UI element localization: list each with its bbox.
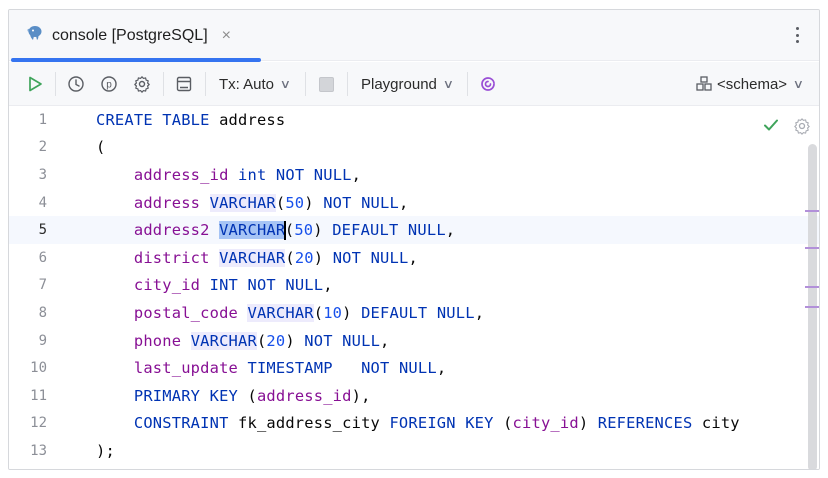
toolbar-divider	[163, 72, 164, 96]
playground-dropdown[interactable]: Playground ∨	[361, 71, 455, 97]
code-line: 9 phone VARCHAR(20) NOT NULL,	[9, 327, 819, 355]
code-text: PRIMARY KEY (address_id),	[133, 386, 371, 405]
postgresql-elephant-icon	[26, 24, 44, 47]
code-text: address_id int NOT NULL,	[133, 165, 362, 184]
schema-icon	[696, 76, 712, 91]
code-line: 1 CREATE TABLE address	[9, 106, 819, 134]
line-number: 2	[38, 139, 47, 156]
stop-button[interactable]	[315, 71, 337, 97]
code-text: city_id INT NOT NULL,	[133, 276, 333, 295]
code-text: (	[96, 138, 106, 157]
code-line: 7 city_id INT NOT NULL,	[9, 272, 819, 300]
output-layout-button[interactable]	[172, 71, 196, 97]
tab-console[interactable]: console [PostgreSQL] ×	[9, 10, 261, 62]
line-number: 10	[30, 360, 47, 377]
error-stripe-mark[interactable]	[805, 286, 819, 288]
svg-text:p: p	[106, 80, 112, 91]
line-number: 4	[38, 194, 47, 211]
execute-button[interactable]	[23, 71, 47, 97]
toolbar: p Tx: Auto ∨ Playground ∨ <schema> ∨	[9, 62, 819, 106]
transaction-mode-dropdown[interactable]: Tx: Auto ∨	[219, 71, 292, 97]
line-number: 5	[38, 222, 47, 239]
code-text: CONSTRAINT fk_address_city FOREIGN KEY (…	[133, 414, 740, 433]
chevron-down-icon: ∨	[279, 77, 292, 91]
toolbar-divider	[305, 72, 306, 96]
error-stripe-mark[interactable]	[805, 247, 819, 249]
playground-label: Playground	[361, 75, 437, 93]
settings-button[interactable]	[130, 71, 154, 97]
parameters-icon: p	[101, 76, 117, 92]
code-text: postal_code VARCHAR(10) DEFAULT NULL,	[133, 303, 485, 322]
execute-icon	[29, 76, 42, 92]
code-text: address2 VARCHAR(50) DEFAULT NULL,	[133, 220, 456, 240]
tab-bar: console [PostgreSQL] ×	[9, 10, 819, 62]
chevron-down-icon: ∨	[442, 77, 455, 91]
line-number: 6	[38, 249, 47, 266]
line-number: 13	[30, 442, 47, 459]
gear-icon[interactable]	[793, 117, 811, 135]
sql-editor[interactable]: 1 CREATE TABLE address 2 ( 3 address_id …	[9, 106, 819, 469]
code-line: 6 district VARCHAR(20) NOT NULL,	[9, 244, 819, 272]
code-line: 13 );	[9, 437, 819, 465]
code-text: CREATE TABLE address	[96, 110, 286, 129]
code-line: 2 (	[9, 134, 819, 162]
line-number: 11	[30, 387, 47, 404]
tab-title: console [PostgreSQL]	[52, 26, 208, 44]
ai-assistant-icon	[481, 77, 495, 91]
close-icon[interactable]: ×	[222, 27, 231, 45]
transaction-mode-label: Tx: Auto	[219, 75, 275, 93]
line-number: 7	[38, 277, 47, 294]
toolbar-divider	[347, 72, 348, 96]
line-number: 9	[38, 332, 47, 349]
code-text: phone VARCHAR(20) NOT NULL,	[133, 331, 390, 350]
toolbar-divider	[205, 72, 206, 96]
code-line: 10 last_update TIMESTAMP NOT NULL,	[9, 354, 819, 382]
more-options-icon[interactable]	[791, 24, 803, 46]
schema-label: <schema>	[717, 75, 788, 93]
code-text: last_update TIMESTAMP NOT NULL,	[133, 359, 447, 378]
toolbar-divider	[55, 72, 56, 96]
console-window: console [PostgreSQL] × p Tx: Auto ∨ Play…	[8, 9, 820, 470]
code-line: 4 address VARCHAR(50) NOT NULL,	[9, 189, 819, 217]
parameters-button[interactable]: p	[97, 71, 121, 97]
line-number: 3	[38, 166, 47, 183]
selected-text: VARCHAR	[219, 220, 286, 239]
ai-assistant-button[interactable]	[476, 71, 500, 97]
code-text: address VARCHAR(50) NOT NULL,	[133, 193, 409, 212]
error-stripe-mark[interactable]	[805, 306, 819, 308]
code-text: district VARCHAR(20) NOT NULL,	[133, 248, 418, 267]
line-number: 8	[38, 304, 47, 321]
line-number: 12	[30, 415, 47, 432]
error-stripe-mark[interactable]	[805, 210, 819, 212]
code-text: );	[96, 441, 115, 460]
schema-selector[interactable]: <schema> ∨	[695, 71, 805, 97]
code-line: 12 CONSTRAINT fk_address_city FOREIGN KE…	[9, 410, 819, 438]
code-line: 3 address_id int NOT NULL,	[9, 161, 819, 189]
chevron-down-icon: ∨	[792, 77, 805, 91]
settings-icon	[134, 76, 150, 93]
code-line: 11 PRIMARY KEY (address_id),	[9, 382, 819, 410]
history-button[interactable]	[64, 71, 88, 97]
inspection-ok-icon[interactable]	[763, 118, 779, 132]
line-number: 1	[38, 111, 47, 128]
output-layout-icon	[176, 76, 192, 92]
code-line-current: 5 address2 VARCHAR(50) DEFAULT NULL,	[9, 216, 819, 244]
stop-icon	[318, 76, 334, 92]
toolbar-divider	[467, 72, 468, 96]
history-icon	[68, 76, 84, 92]
code-line: 8 postal_code VARCHAR(10) DEFAULT NULL,	[9, 299, 819, 327]
